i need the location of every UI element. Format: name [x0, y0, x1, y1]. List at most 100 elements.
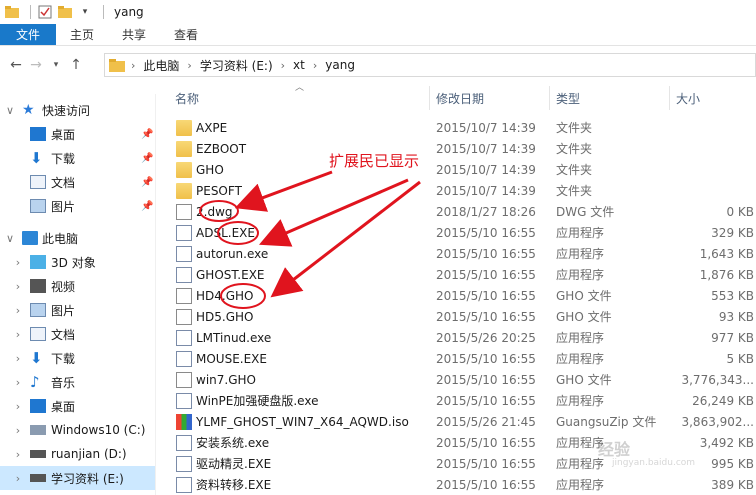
sidebar-item-drive-d[interactable]: › ruanjian (D:) — [0, 442, 155, 466]
file-type: 应用程序 — [556, 478, 605, 492]
properties-checkmark-icon[interactable] — [37, 4, 53, 20]
file-name: MOUSE.EXE — [196, 351, 267, 366]
sidebar-item-label: 桌面 — [51, 127, 76, 142]
file-type: 文件夹 — [556, 142, 593, 156]
sidebar-item-pictures[interactable]: 图片 📌 — [0, 194, 155, 218]
column-header-date[interactable]: 修改日期 — [436, 86, 484, 110]
breadcrumb-drive-e[interactable]: 学习资料 (E:) — [200, 57, 273, 74]
expand-chevron-icon[interactable]: › — [12, 424, 24, 437]
column-header-name[interactable]: 名称 — [175, 86, 199, 110]
expand-chevron-icon[interactable]: › — [12, 352, 24, 365]
zip-icon — [176, 413, 192, 430]
file-size: 995 KB — [711, 456, 754, 471]
expand-chevron-icon[interactable]: › — [12, 280, 24, 293]
expand-chevron-icon[interactable]: › — [12, 304, 24, 317]
expand-chevron-icon[interactable]: › — [12, 328, 24, 341]
file-row[interactable]: GHO 2015/10/7 14:39 文件夹 — [168, 159, 756, 180]
expand-chevron-icon[interactable]: ∨ — [4, 104, 16, 117]
file-row[interactable]: 安装系统.exe 2015/5/10 16:55 应用程序 3,492 KB — [168, 432, 756, 453]
new-folder-icon[interactable] — [57, 4, 73, 20]
file-name: LMTinud.exe — [196, 330, 272, 345]
expand-chevron-icon[interactable]: › — [12, 256, 24, 269]
sidebar-item-label: 文档 — [51, 327, 76, 342]
expand-chevron-icon[interactable]: › — [12, 472, 24, 485]
breadcrumb-chevron-icon[interactable]: › — [131, 59, 135, 72]
column-divider[interactable] — [669, 86, 670, 110]
file-row[interactable]: autorun.exe 2015/5/10 16:55 应用程序 1,643 KB — [168, 243, 756, 264]
file-row[interactable]: WinPE加强硬盘版.exe 2015/5/10 16:55 应用程序 26,249 … — [168, 390, 756, 411]
file-row[interactable]: AXPE 2015/10/7 14:39 文件夹 — [168, 117, 756, 138]
breadcrumb-yang[interactable]: yang — [325, 58, 355, 72]
sidebar-item-videos[interactable]: › 视频 — [0, 274, 155, 298]
file-date: 2015/5/10 16:55 — [436, 351, 536, 366]
file-row[interactable]: 2.dwg 2018/1/27 18:26 DWG 文件 0 KB — [168, 201, 756, 222]
sidebar-item-documents[interactable]: 文档 📌 — [0, 170, 155, 194]
sidebar-item-label: Windows10 (C:) — [51, 423, 146, 437]
file-row[interactable]: MOUSE.EXE 2015/5/10 16:55 应用程序 5 KB — [168, 348, 756, 369]
folder-icon — [109, 58, 125, 72]
sidebar-item-label: 桌面 — [51, 399, 76, 414]
drive-icon — [30, 425, 46, 435]
file-name: ADSL.EXE — [196, 225, 255, 240]
column-divider[interactable] — [549, 86, 550, 110]
expand-chevron-icon[interactable]: › — [12, 448, 24, 461]
recent-locations-chevron-icon[interactable]: ▾ — [46, 53, 66, 77]
ribbon-tabs: 文件 主页 共享 查看 — [0, 24, 756, 46]
file-row[interactable]: LMTinud.exe 2015/5/26 20:25 应用程序 977 KB — [168, 327, 756, 348]
tab-home[interactable]: 主页 — [56, 24, 108, 45]
sidebar-item-drive-e[interactable]: › 学习资料 (E:) — [0, 466, 155, 490]
address-bar[interactable]: › 此电脑 › 学习资料 (E:) › xt › yang — [104, 53, 756, 77]
sidebar-item-3d-objects[interactable]: › 3D 对象 — [0, 250, 155, 274]
sidebar-item-desktop-pc[interactable]: › 桌面 — [0, 394, 155, 418]
column-header-type[interactable]: 类型 — [556, 86, 580, 110]
tab-view[interactable]: 查看 — [160, 24, 212, 45]
tab-share[interactable]: 共享 — [108, 24, 160, 45]
customize-quick-access-icon[interactable]: ▾ — [77, 4, 93, 20]
breadcrumb-chevron-icon[interactable]: › — [281, 59, 285, 72]
file-type: 应用程序 — [556, 436, 605, 450]
column-header-size[interactable]: 大小 — [676, 86, 700, 110]
sidebar-item-this-pc[interactable]: ∨ 此电脑 — [0, 226, 155, 250]
breadcrumb-this-pc[interactable]: 此电脑 — [143, 57, 179, 74]
drive-icon — [30, 450, 46, 458]
file-row[interactable]: YLMF_GHOST_WIN7_X64_AQWD.iso 2015/5/26 21… — [168, 411, 756, 432]
folder-icon — [176, 161, 192, 178]
back-arrow-icon[interactable]: ← — [6, 53, 26, 77]
sidebar-item-documents-pc[interactable]: › 文档 — [0, 322, 155, 346]
file-name: PESOFT — [196, 183, 242, 198]
forward-arrow-icon[interactable]: → — [26, 53, 46, 77]
breadcrumb-chevron-icon[interactable]: › — [313, 59, 317, 72]
sidebar-item-quick-access[interactable]: ∨ ★ 快速访问 — [0, 98, 155, 122]
file-date: 2015/5/26 20:25 — [436, 330, 536, 345]
sidebar-item-music[interactable]: › ♪ 音乐 — [0, 370, 155, 394]
sidebar-item-pictures-pc[interactable]: › 图片 — [0, 298, 155, 322]
file-date: 2015/5/10 16:55 — [436, 246, 536, 261]
breadcrumb-xt[interactable]: xt — [293, 58, 305, 72]
expand-chevron-icon[interactable]: ∨ — [4, 232, 16, 245]
sidebar-item-drive-c[interactable]: › Windows10 (C:) — [0, 418, 155, 442]
file-date: 2015/10/7 14:39 — [436, 120, 536, 135]
tab-file[interactable]: 文件 — [0, 24, 57, 45]
file-type: 应用程序 — [556, 352, 605, 366]
up-arrow-icon[interactable]: ↑ — [66, 53, 86, 77]
sidebar-item-label: 快速访问 — [42, 103, 91, 118]
file-row[interactable]: HD4.GHO 2015/5/10 16:55 GHO 文件 553 KB — [168, 285, 756, 306]
navigation-bar: ← → ▾ ↑ › 此电脑 › 学习资料 (E:) › xt › yang — [0, 50, 756, 80]
exe-icon — [176, 350, 192, 367]
breadcrumb-chevron-icon[interactable]: › — [187, 59, 191, 72]
sidebar-item-downloads[interactable]: ⬇ 下载 📌 — [0, 146, 155, 170]
sidebar-item-label: 图片 — [51, 303, 76, 318]
expand-chevron-icon[interactable]: › — [12, 376, 24, 389]
file-row[interactable]: 资料转移.EXE 2015/5/10 16:55 应用程序 389 KB — [168, 474, 756, 495]
desktop-icon — [30, 399, 46, 413]
file-row[interactable]: PESOFT 2015/10/7 14:39 文件夹 — [168, 180, 756, 201]
file-row[interactable]: GHOST.EXE 2015/5/10 16:55 应用程序 1,876 KB — [168, 264, 756, 285]
file-row[interactable]: EZBOOT 2015/10/7 14:39 文件夹 — [168, 138, 756, 159]
file-row[interactable]: HD5.GHO 2015/5/10 16:55 GHO 文件 93 KB — [168, 306, 756, 327]
file-row[interactable]: ADSL.EXE 2015/5/10 16:55 应用程序 329 KB — [168, 222, 756, 243]
column-divider[interactable] — [429, 86, 430, 110]
sidebar-item-desktop[interactable]: 桌面 📌 — [0, 122, 155, 146]
sidebar-item-downloads-pc[interactable]: › ⬇ 下载 — [0, 346, 155, 370]
expand-chevron-icon[interactable]: › — [12, 400, 24, 413]
file-row[interactable]: win7.GHO 2015/5/10 16:55 GHO 文件 3,776,343..… — [168, 369, 756, 390]
